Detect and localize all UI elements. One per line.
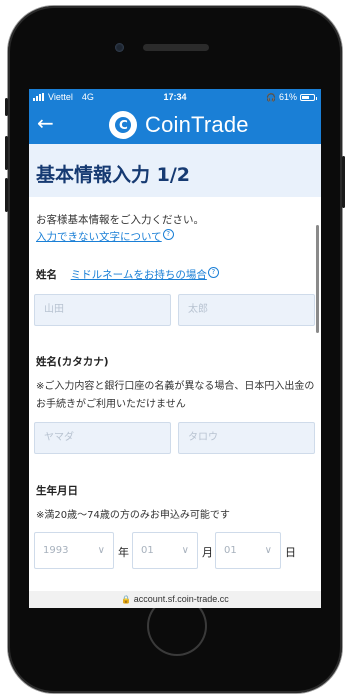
last-name-input[interactable]: 山田 <box>34 294 171 326</box>
brand-logo: CoinTrade <box>109 111 249 139</box>
intro-text: お客様基本情報をご入力ください。 <box>36 214 204 226</box>
status-right: 🎧 61% <box>266 92 317 102</box>
cointrade-logo-icon <box>109 111 137 139</box>
scrollbar[interactable] <box>316 225 319 333</box>
middle-name-link[interactable]: ミドルネームをお持ちの場合 <box>71 269 207 281</box>
back-arrow-icon[interactable]: ← <box>37 113 54 133</box>
name-label: 姓名 <box>36 269 57 281</box>
headphones-icon: 🎧 <box>266 92 276 102</box>
unsupported-chars-link[interactable]: 入力できない文字について <box>36 231 162 243</box>
birth-year-select[interactable]: 1993 ∨ <box>34 532 114 569</box>
battery-fill <box>302 95 309 99</box>
first-name-input[interactable]: 太郎 <box>178 294 315 326</box>
url-text: account.sf.coin-trade.cc <box>133 594 229 604</box>
dob-note: ※満20歳〜74歳の方のみお申込み可能です <box>36 510 230 521</box>
intro-link-row: 入力できない文字について? <box>36 229 204 244</box>
birth-month-value: 01 <box>141 545 154 556</box>
year-unit: 年 <box>118 546 129 559</box>
birth-day-select[interactable]: 01 ∨ <box>215 532 281 569</box>
day-unit: 日 <box>285 546 296 559</box>
birth-year-value: 1993 <box>43 545 69 556</box>
chevron-down-icon: ∨ <box>264 545 272 556</box>
front-camera <box>115 43 124 52</box>
birth-day-value: 01 <box>224 545 237 556</box>
kana-note: ※ご入力内容と銀行口座の名義が異なる場合、日本円入出金のお手続きがご利用いただけ… <box>36 381 315 410</box>
power-button <box>342 156 345 208</box>
status-bar: Viettel 4G 17:34 🎧 61% <box>29 89 321 106</box>
mute-switch <box>5 98 8 116</box>
last-name-kana-input[interactable]: ヤマダ <box>34 422 171 454</box>
intro-block: お客様基本情報をご入力ください。 入力できない文字について? <box>36 212 204 244</box>
lock-icon: 🔒 <box>121 595 132 604</box>
kana-label: 姓名(カタカナ) <box>36 356 109 368</box>
chevron-down-icon: ∨ <box>97 545 105 556</box>
volume-up-button <box>5 136 8 170</box>
month-unit: 月 <box>202 546 213 559</box>
page-title: 基本情報入力 1/2 <box>36 164 190 186</box>
dob-label: 生年月日 <box>36 485 78 497</box>
app-header: ← CoinTrade <box>29 106 321 144</box>
battery-percent: 61% <box>278 92 297 102</box>
first-name-kana-input[interactable]: タロウ <box>178 422 315 454</box>
page-title-bar: 基本情報入力 1/2 <box>29 144 321 197</box>
help-icon[interactable]: ? <box>162 229 174 240</box>
birth-month-select[interactable]: 01 ∨ <box>132 532 198 569</box>
volume-down-button <box>5 178 8 212</box>
brand-name: CoinTrade <box>145 112 249 137</box>
name-label-row: 姓名 ミドルネームをお持ちの場合? <box>36 267 219 282</box>
chevron-down-icon: ∨ <box>181 545 189 556</box>
earpiece-speaker <box>143 44 209 51</box>
browser-url-bar[interactable]: 🔒 account.sf.coin-trade.cc <box>29 591 321 608</box>
battery-icon <box>300 93 317 101</box>
help-icon[interactable]: ? <box>207 267 219 278</box>
screen: Viettel 4G 17:34 🎧 61% ← CoinTrade 基本情報入… <box>29 89 321 608</box>
